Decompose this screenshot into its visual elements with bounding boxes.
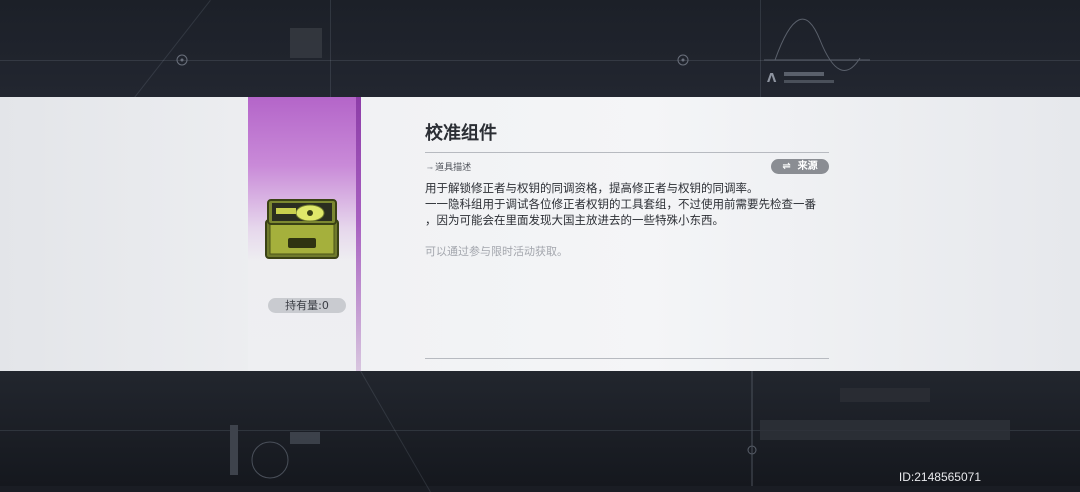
description-line: 用于解锁修正者与权钥的同调资格，提高修正者与权钥的同调率。	[425, 180, 759, 196]
bottom-divider	[425, 358, 829, 359]
watermark-id: ID:2148565071	[899, 470, 981, 484]
svg-text:Λ: Λ	[767, 71, 777, 85]
source-button-label: 来源	[798, 161, 818, 172]
title-divider	[425, 152, 829, 153]
description-line: ，因为可能会在里面发现大国主放进去的一些特殊小东西。	[425, 212, 724, 228]
acquire-method: 可以通过参与限时活动获取。	[425, 243, 568, 259]
arrow-icon: ⊸	[427, 164, 435, 172]
holding-count: 持有量:0	[268, 298, 346, 313]
section-label-text: 道具描述	[435, 163, 471, 173]
description-line: 一一隐科组用于调试各位修正者权钥的工具套组，不过使用前需要先检查一番	[425, 196, 816, 212]
item-detail-panel	[0, 97, 1080, 371]
swap-arrows-icon: ⇌	[782, 161, 790, 172]
toolbox-icon	[262, 194, 342, 262]
rarity-stripe	[356, 97, 361, 371]
section-label-description: ⊸ 道具描述	[427, 160, 471, 173]
source-button[interactable]: ⇌ 来源	[771, 159, 829, 174]
item-name: 校准组件	[425, 119, 497, 145]
